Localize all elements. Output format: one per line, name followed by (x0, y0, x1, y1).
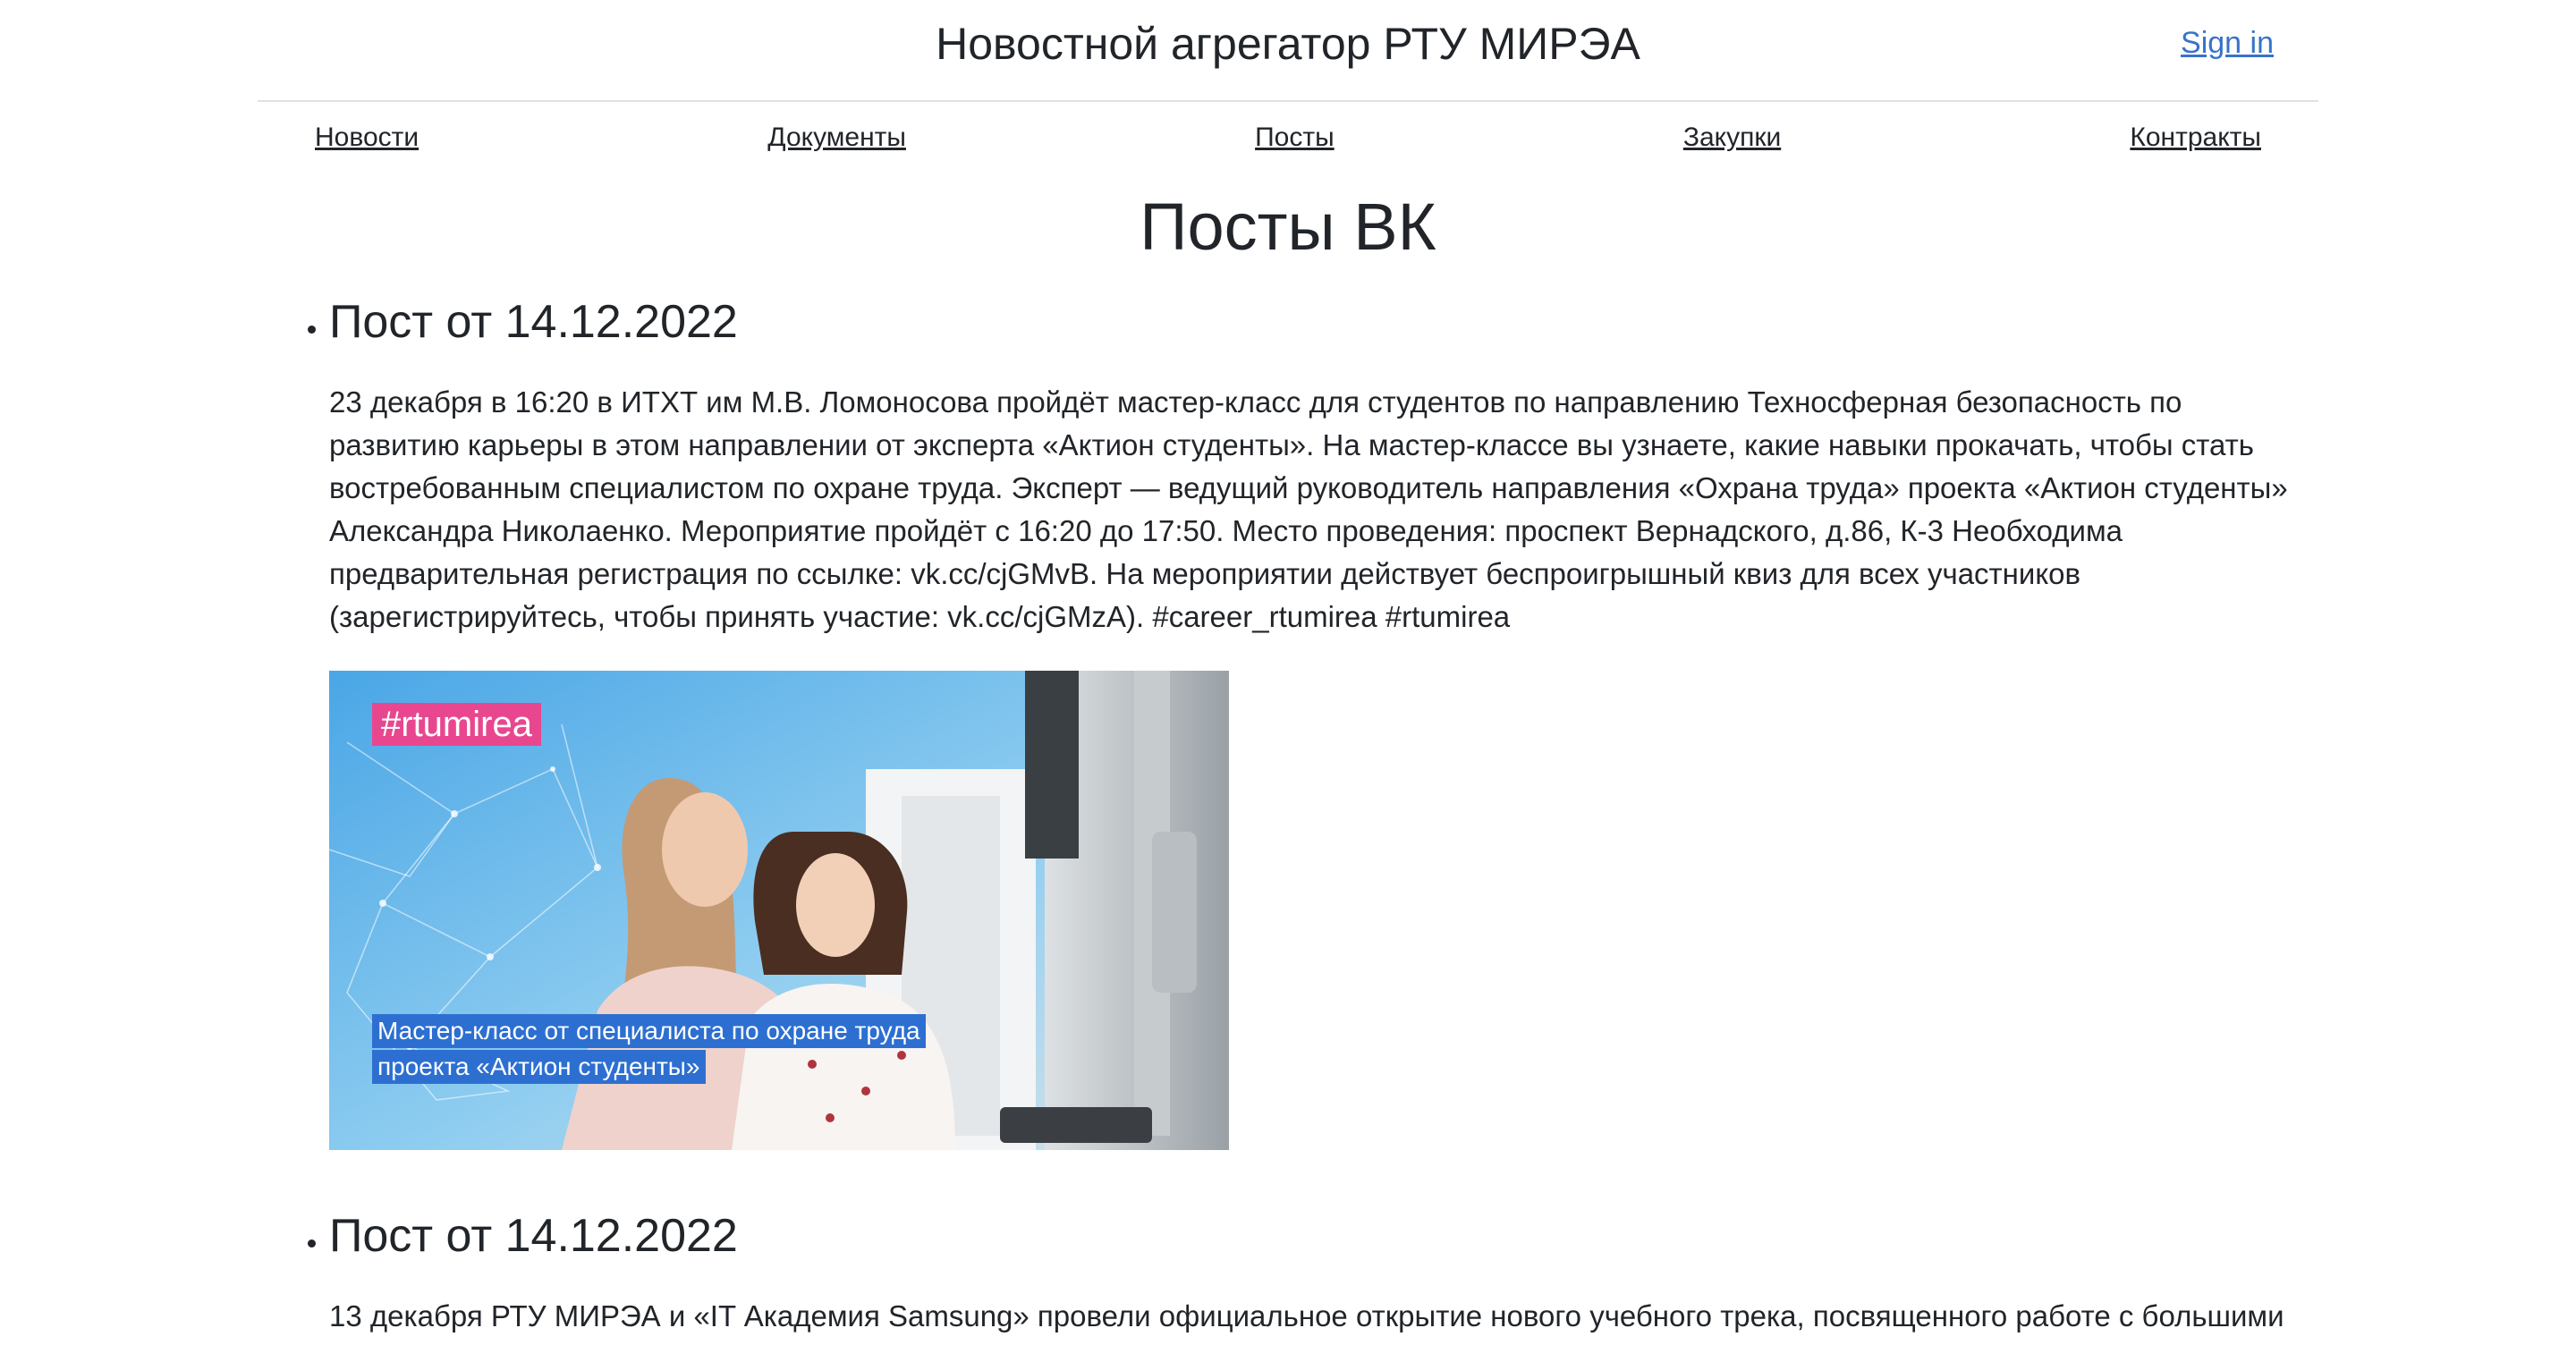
main-container: Новостной агрегатор РТУ МИРЭА Sign in Но… (258, 0, 2318, 1345)
caption-line-2: проекта «Актион студенты» (372, 1050, 706, 1084)
nav-item-contracts[interactable]: Контракты (2130, 123, 2261, 153)
site-header: Новостной агрегатор РТУ МИРЭА Sign in (258, 0, 2318, 102)
nav-item-news[interactable]: Новости (315, 123, 419, 153)
post-title: Пост от 14.12.2022 (329, 1210, 738, 1262)
post-text: 13 декабря РТУ МИРЭА и «IT Академия Sams… (329, 1299, 2284, 1332)
nav-item-purchases[interactable]: Закупки (1683, 123, 1781, 153)
image-caption: Мастер-класс от специалиста по охране тр… (372, 1014, 926, 1086)
page-heading: Посты ВК (1140, 190, 1436, 264)
posts-list: Пост от 14.12.2022 23 декабря в 16:20 в … (258, 290, 2318, 1338)
caption-line-1: Мастер-класс от специалиста по охране тр… (372, 1014, 926, 1048)
nav-item-documents[interactable]: Документы (767, 123, 906, 153)
main-nav: Новости Документы Посты Закупки Контракт… (258, 102, 2318, 173)
nav-item-posts[interactable]: Посты (1255, 123, 1335, 153)
image-tag-label: #rtumirea (372, 703, 541, 746)
post-text: 23 декабря в 16:20 в ИТХТ им М.В. Ломоно… (329, 385, 2288, 633)
post-image: #rtumirea Мастер-класс от специалиста по… (329, 671, 1229, 1150)
sign-in-link[interactable]: Sign in (2181, 23, 2274, 63)
post-title: Пост от 14.12.2022 (329, 296, 738, 348)
post-item: Пост от 14.12.2022 13 декабря РТУ МИРЭА … (329, 1204, 2318, 1338)
page: Новостной агрегатор РТУ МИРЭА Sign in Но… (0, 0, 2576, 1345)
site-title: Новостной агрегатор РТУ МИРЭА (936, 19, 1640, 69)
post-item: Пост от 14.12.2022 23 декабря в 16:20 в … (329, 290, 2318, 1150)
